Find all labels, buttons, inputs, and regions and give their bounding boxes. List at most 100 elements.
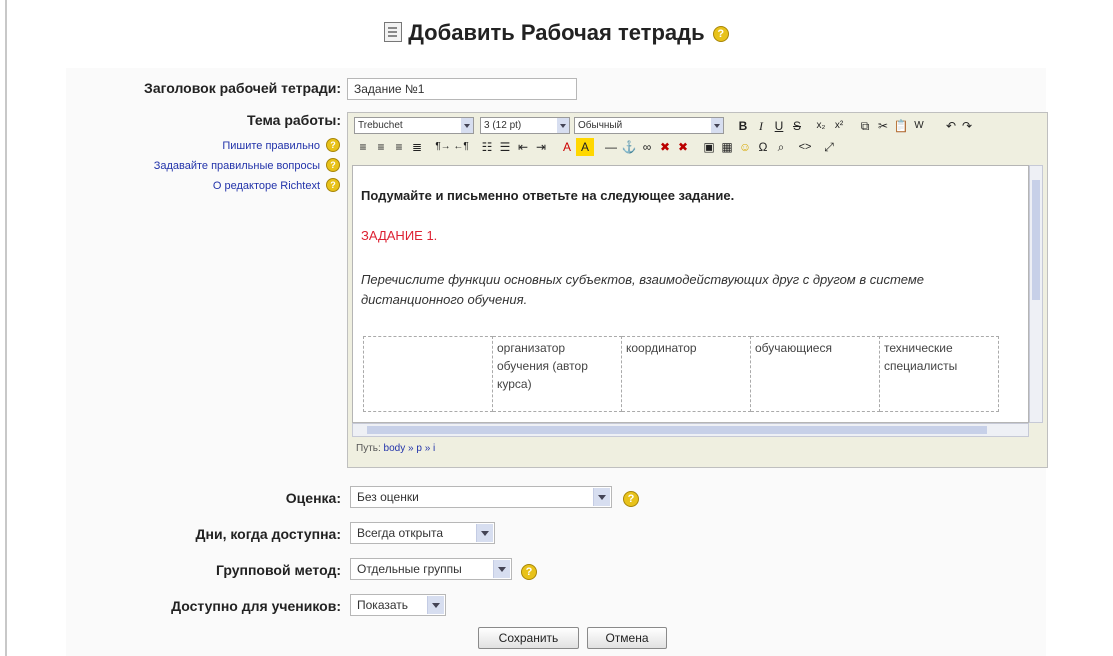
help-link-write-correctly[interactable]: Пишите правильно? (80, 136, 340, 152)
ordered-list-icon[interactable]: ☷ (478, 138, 496, 156)
days-label: Дни, когда доступна: (195, 526, 341, 542)
smiley-icon[interactable]: ☺ (736, 138, 754, 156)
help-link-label[interactable]: Пишите правильно (222, 140, 320, 152)
scrollbar-thumb[interactable] (1032, 180, 1040, 300)
special-char-icon[interactable]: Ω (754, 138, 772, 156)
visible-label: Доступно для учеников: (171, 598, 341, 614)
editor-toolbar-bottom: ≡ ≡ ≡ ≣ ¶→ ←¶ ☷ ☰ ⇤ ⇥ A A — ⚓ ∞ ✖ ✖ ▣ ▦ … (352, 138, 1045, 160)
html-source-icon[interactable]: <> (796, 138, 814, 156)
save-button[interactable]: Сохранить (478, 627, 579, 649)
paste-word-icon[interactable]: W (910, 117, 928, 135)
link-icon[interactable]: ∞ (638, 138, 656, 156)
paste-icon[interactable]: 📋 (892, 117, 910, 135)
indent-icon[interactable]: ⇥ (532, 138, 550, 156)
help-link-label[interactable]: Задавайте правильные вопросы (154, 160, 320, 172)
scrollbar-thumb[interactable] (367, 426, 987, 434)
chevron-down-icon (427, 596, 444, 614)
help-icon[interactable]: ? (521, 564, 537, 580)
horizontal-rule-icon[interactable]: — (602, 138, 620, 156)
size-select[interactable]: 3 (12 pt) (480, 117, 570, 134)
align-right-icon[interactable]: ≡ (390, 138, 408, 156)
table-icon[interactable]: ▦ (718, 138, 736, 156)
help-link-ask-questions[interactable]: Задавайте правильные вопросы? (80, 156, 340, 172)
align-left-icon[interactable]: ≡ (354, 138, 372, 156)
group-select-value: Отдельные группы (357, 562, 462, 576)
title-label: Заголовок рабочей тетради: (144, 80, 341, 96)
editor-path-bar: Путь: body » p » i (356, 443, 435, 454)
editor-horizontal-scrollbar[interactable] (352, 423, 1029, 437)
copy-icon[interactable]: ⧉ (856, 117, 874, 135)
group-select[interactable]: Отдельные группы (350, 558, 512, 580)
title-input[interactable]: Задание №1 (347, 78, 577, 100)
anchor-icon[interactable]: ⚓ (620, 138, 638, 156)
visible-select-value: Показать (357, 598, 409, 612)
page-title: Добавить Рабочая тетрадь (408, 20, 705, 45)
editor-instruction-text: Перечислите функции основных субъектов, … (361, 272, 925, 307)
editor-content[interactable]: Подумайте и письменно ответьте на следую… (352, 165, 1029, 423)
days-select[interactable]: Всегда открыта (350, 522, 495, 544)
outdent-icon[interactable]: ⇤ (514, 138, 532, 156)
page-heading: Добавить Рабочая тетрадь ? (0, 20, 1113, 46)
chevron-down-icon (711, 118, 723, 133)
path-label: Путь: (356, 443, 381, 454)
table-cell: обучающиеся (750, 336, 880, 412)
style-select-value: Обычный (578, 120, 623, 131)
help-icon[interactable]: ? (623, 491, 639, 507)
search-replace-icon[interactable]: ⌕ (772, 138, 790, 156)
visible-select[interactable]: Показать (350, 594, 446, 616)
background-color-icon[interactable]: A (576, 138, 594, 156)
chevron-down-icon (461, 118, 473, 133)
rtl-icon[interactable]: ←¶ (452, 138, 470, 156)
help-icon[interactable]: ? (712, 26, 729, 43)
left-border (5, 0, 7, 656)
editor-task-text: ЗАДАНИЕ 1. (361, 228, 438, 243)
image-icon[interactable]: ▣ (700, 138, 718, 156)
table-cell (363, 336, 493, 412)
superscript-icon[interactable]: x² (830, 117, 848, 135)
chevron-down-icon (557, 118, 569, 133)
font-select-value: Trebuchet (358, 120, 403, 131)
bold-icon[interactable]: B (734, 117, 752, 135)
days-select-value: Всегда открыта (357, 526, 444, 540)
justify-icon[interactable]: ≣ (408, 138, 426, 156)
italic-icon[interactable]: I (752, 117, 770, 135)
nolink-icon[interactable]: ✖ (674, 138, 692, 156)
grade-label: Оценка: (285, 490, 341, 506)
help-icon[interactable]: ? (326, 137, 340, 152)
grade-select-value: Без оценки (357, 490, 419, 504)
redo-icon[interactable]: ↷ (958, 117, 976, 135)
editor-table: организатор обучения (автор курса) коорд… (363, 336, 999, 412)
subscript-icon[interactable]: x₂ (812, 117, 830, 135)
underline-icon[interactable]: U (770, 117, 788, 135)
font-select[interactable]: Trebuchet (354, 117, 474, 134)
path-value[interactable]: body » p » i (384, 443, 436, 454)
text-color-icon[interactable]: A (558, 138, 576, 156)
table-cell: организатор обучения (автор курса) (492, 336, 622, 412)
size-select-value: 3 (12 pt) (484, 120, 522, 131)
cancel-button[interactable]: Отмена (587, 627, 667, 649)
table-row: организатор обучения (автор курса) коорд… (363, 336, 999, 412)
help-link-label[interactable]: О редакторе Richtext (213, 180, 320, 192)
style-select[interactable]: Обычный (574, 117, 724, 134)
strikethrough-icon[interactable]: S (788, 117, 806, 135)
chevron-down-icon (493, 560, 510, 578)
editor-toolbar-top: Trebuchet 3 (12 pt) Обычный B I U S x₂ x… (352, 117, 1045, 139)
cut-icon[interactable]: ✂ (874, 117, 892, 135)
chevron-down-icon (593, 488, 610, 506)
richtext-editor: Trebuchet 3 (12 pt) Обычный B I U S x₂ x… (347, 112, 1048, 468)
ltr-icon[interactable]: ¶→ (434, 138, 452, 156)
document-edit-icon (384, 22, 403, 42)
help-link-richtext[interactable]: О редакторе Richtext? (80, 176, 340, 192)
editor-heading-text: Подумайте и письменно ответьте на следую… (361, 188, 735, 203)
fullscreen-icon[interactable]: ⤢ (820, 138, 838, 156)
chevron-down-icon (476, 524, 493, 542)
editor-vertical-scrollbar[interactable] (1029, 165, 1043, 423)
help-icon[interactable]: ? (326, 157, 340, 172)
help-icon[interactable]: ? (326, 177, 340, 192)
unlink-icon[interactable]: ✖ (656, 138, 674, 156)
align-center-icon[interactable]: ≡ (372, 138, 390, 156)
table-cell: технические специалисты (879, 336, 999, 412)
unordered-list-icon[interactable]: ☰ (496, 138, 514, 156)
grade-select[interactable]: Без оценки (350, 486, 612, 508)
table-cell: координатор (621, 336, 751, 412)
